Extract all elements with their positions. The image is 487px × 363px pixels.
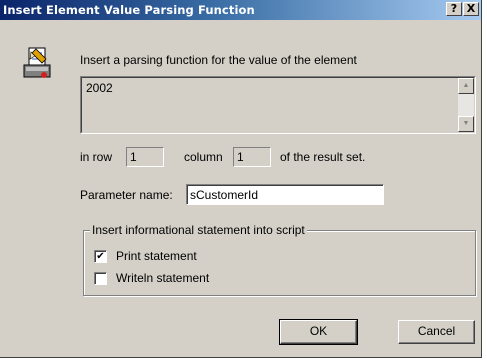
cancel-button[interactable]: Cancel	[398, 320, 475, 344]
column-value: 1	[237, 150, 244, 164]
ok-button[interactable]: OK	[279, 319, 358, 345]
element-value-text: 2002	[86, 81, 113, 95]
print-statement-label[interactable]: Print statement	[116, 249, 197, 263]
description-label: Insert a parsing function for the value …	[80, 53, 357, 67]
column-label: column	[184, 150, 223, 164]
form-insert-icon	[23, 47, 51, 78]
result-set-label: of the result set.	[280, 150, 366, 164]
row-value: 1	[130, 150, 137, 164]
triangle-up-icon[interactable]: ▲	[458, 78, 474, 94]
in-row-label: in row	[80, 150, 113, 164]
print-statement-checkbox[interactable]: ✔	[94, 250, 107, 263]
writeln-statement-checkbox[interactable]	[94, 272, 107, 285]
parameter-name-label: Parameter name:	[80, 188, 173, 202]
title-bar[interactable]: Insert Element Value Parsing Function ? …	[0, 0, 481, 20]
column-field: 1	[233, 147, 271, 167]
parameter-name-input[interactable]: sCustomerId	[186, 184, 384, 205]
element-value-box[interactable]: 2002 ▲ ▼	[80, 76, 476, 134]
triangle-down-icon[interactable]: ▼	[458, 116, 474, 132]
dialog-window: Insert Element Value Parsing Function ? …	[0, 0, 482, 358]
writeln-statement-label[interactable]: Writeln statement	[116, 271, 209, 285]
close-button[interactable]: X	[463, 2, 479, 16]
dialog-title: Insert Element Value Parsing Function	[3, 3, 255, 17]
value-scrollbar[interactable]: ▲ ▼	[458, 78, 474, 132]
group-title: Insert informational statement into scri…	[90, 223, 307, 237]
statement-groupbox	[83, 230, 476, 296]
parameter-name-value: sCustomerId	[190, 188, 259, 202]
help-button[interactable]: ?	[446, 2, 462, 16]
row-field: 1	[126, 147, 164, 167]
